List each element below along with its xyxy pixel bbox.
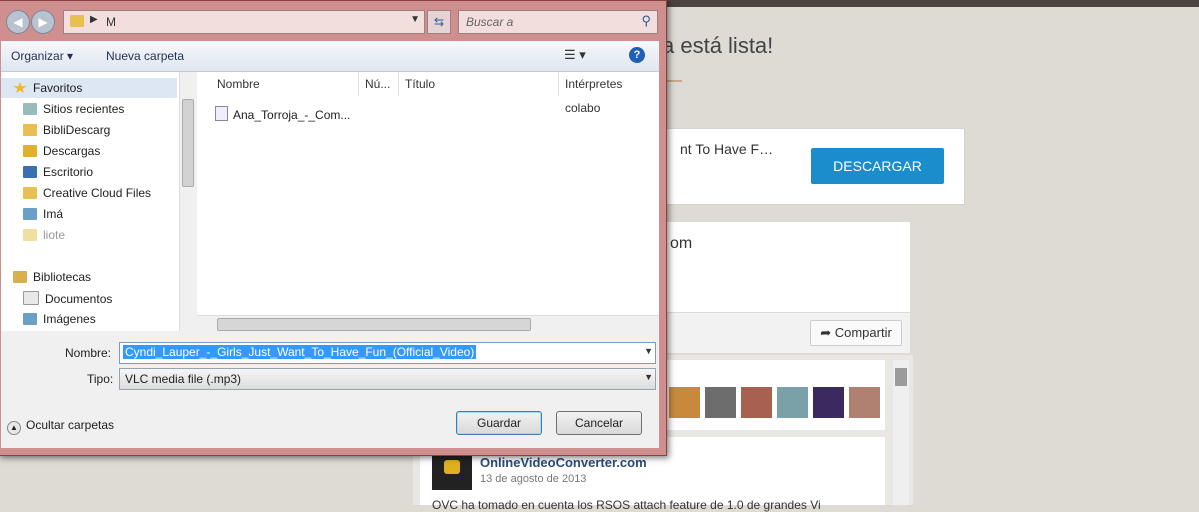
- share-label: Compartir: [834, 325, 892, 340]
- filetype-label: Tipo:: [87, 372, 114, 386]
- post-date: 13 de agosto de 2013: [480, 473, 587, 485]
- save-button[interactable]: Guardar: [456, 411, 542, 435]
- horizontal-scrollbar-thumb[interactable]: [217, 318, 531, 331]
- chevron-right-icon[interactable]: ▶: [90, 14, 98, 25]
- file-item[interactable]: Ana_Torroja_-_Com...: [215, 106, 350, 122]
- nav-item-documents[interactable]: Documentos: [23, 291, 112, 306]
- nav-label: Descargas: [43, 144, 101, 158]
- chevron-down-icon[interactable]: ▼: [644, 372, 653, 382]
- nav-item-blurred[interactable]: liote: [23, 228, 65, 242]
- view-list-icon[interactable]: ☰ ▾: [564, 47, 586, 63]
- nav-label: Favoritos: [33, 81, 83, 95]
- column-header-title[interactable]: Título: [399, 72, 559, 96]
- search-placeholder: Buscar a: [466, 15, 514, 29]
- avatar[interactable]: [740, 386, 773, 419]
- download-button[interactable]: DESCARGAR: [811, 148, 944, 184]
- recent-places-icon: [23, 103, 37, 115]
- downloads-folder-icon: [23, 145, 37, 157]
- share-arrow-icon: ➦: [820, 325, 832, 340]
- cancel-button[interactable]: Cancelar: [556, 411, 642, 435]
- nav-item-desktop[interactable]: Escritorio: [23, 165, 93, 179]
- chevron-down-icon[interactable]: ▼: [644, 346, 653, 356]
- info-card: [660, 222, 910, 312]
- nav-item-recent[interactable]: Sitios recientes: [23, 102, 124, 116]
- avatar[interactable]: [848, 386, 881, 419]
- chevron-down-icon[interactable]: ▼: [410, 14, 420, 25]
- nav-label: liote: [43, 228, 66, 242]
- address-row: ◀ ▶ ▶ M ▼ ⇆ Buscar a ⚲: [0, 1, 666, 41]
- column-header-name[interactable]: Nombre: [211, 72, 359, 96]
- nav-item-libraries[interactable]: Bibliotecas: [13, 270, 91, 284]
- navigation-pane: Favoritos Sitios recientes BibliDescarg …: [1, 72, 179, 331]
- filetype-value: VLC media file (.mp3): [125, 372, 242, 386]
- nav-label: Documentos: [45, 292, 113, 306]
- images-icon: [23, 313, 37, 325]
- nav-label: Imá: [43, 207, 64, 221]
- nav-label: BibliDescarg: [43, 123, 111, 137]
- folder-icon: [23, 229, 37, 241]
- video-title: nt To Have F…: [680, 141, 774, 157]
- images-icon: [23, 208, 37, 220]
- horizontal-scrollbar[interactable]: [197, 315, 659, 332]
- folder-icon: [23, 187, 37, 199]
- nav-scrollbar-thumb[interactable]: [182, 99, 194, 187]
- organize-label: Organizar: [11, 49, 64, 63]
- avatar[interactable]: [776, 386, 809, 419]
- back-button[interactable]: ◀: [6, 10, 30, 34]
- hide-folders-label: Ocultar carpetas: [26, 418, 115, 432]
- post-text: OVC ha tomado en cuenta los RSOS attach …: [432, 498, 821, 512]
- folder-icon: [70, 15, 84, 27]
- nav-label: Creative Cloud Files: [43, 186, 152, 200]
- nav-label: Escritorio: [43, 165, 94, 179]
- search-icon[interactable]: ⚲: [641, 13, 651, 29]
- avatar[interactable]: [704, 386, 737, 419]
- nav-item-images[interactable]: Imá: [23, 207, 63, 221]
- column-header-number[interactable]: Nú...: [359, 72, 399, 96]
- audio-file-icon: [215, 106, 228, 121]
- nav-label: Sitios recientes: [43, 102, 125, 116]
- folder-icon: [23, 124, 37, 136]
- search-input[interactable]: Buscar a ⚲: [458, 10, 658, 34]
- comments-scrollbar-thumb[interactable]: [895, 368, 907, 386]
- share-button[interactable]: ➦ Compartir: [810, 320, 902, 346]
- info-card-text: om: [670, 235, 693, 252]
- dialog-body: Organizar ▾ Nueva carpeta ☰ ▾ ? Favorito…: [1, 41, 659, 448]
- avatar[interactable]: [668, 386, 701, 419]
- filename-input[interactable]: Cyndi_Lauper_-_Girls_Just_Want_To_Have_F…: [119, 342, 656, 364]
- nav-label: Imágenes: [43, 312, 96, 326]
- avatar-row: [668, 386, 881, 419]
- nav-item-downloads[interactable]: Descargas: [23, 144, 100, 158]
- filename-value: Cyndi_Lauper_-_Girls_Just_Want_To_Have_F…: [123, 345, 477, 359]
- address-path: M: [106, 15, 116, 29]
- documents-icon: [23, 291, 39, 305]
- nav-item-creative-cloud[interactable]: Creative Cloud Files: [23, 186, 151, 200]
- channel-logo: [432, 452, 472, 490]
- filename-label: Nombre:: [65, 346, 112, 360]
- hide-folders-toggle[interactable]: ▲ Ocultar carpetas: [7, 418, 114, 435]
- toolbar: Organizar ▾ Nueva carpeta ☰ ▾ ?: [1, 41, 659, 72]
- forward-button[interactable]: ▶: [31, 10, 55, 34]
- nav-item-pictures[interactable]: Imágenes: [23, 312, 96, 326]
- avatar[interactable]: [812, 386, 845, 419]
- chevron-up-icon: ▲: [7, 421, 21, 435]
- file-name: Ana_Torroja_-_Com...: [233, 108, 351, 122]
- nav-label: Bibliotecas: [33, 270, 92, 284]
- filetype-select[interactable]: VLC media file (.mp3) ▼: [119, 368, 656, 390]
- nav-item-favoritos[interactable]: Favoritos: [13, 81, 82, 95]
- new-folder-button[interactable]: Nueva carpeta: [106, 49, 184, 63]
- organize-menu[interactable]: Organizar ▾: [11, 49, 73, 63]
- column-header-artists[interactable]: Intérpretes colabo: [559, 72, 659, 115]
- desktop-icon: [23, 166, 37, 178]
- file-list: Nombre Nú... Título Intérpretes colabo A…: [197, 72, 659, 315]
- nav-item-folder[interactable]: BibliDescarg: [23, 123, 110, 137]
- refresh-button[interactable]: ⇆: [427, 10, 451, 34]
- camera-icon: [444, 460, 460, 474]
- post-author[interactable]: OnlineVideoConverter.com: [480, 455, 647, 470]
- page-heading: a está lista!: [662, 33, 774, 58]
- help-icon[interactable]: ?: [629, 47, 645, 63]
- address-bar[interactable]: ▶ M ▼: [63, 10, 425, 34]
- save-as-dialog: ◀ ▶ ▶ M ▼ ⇆ Buscar a ⚲ Organizar ▾ Nueva…: [0, 0, 667, 456]
- libraries-icon: [13, 271, 27, 283]
- star-icon: [13, 82, 27, 93]
